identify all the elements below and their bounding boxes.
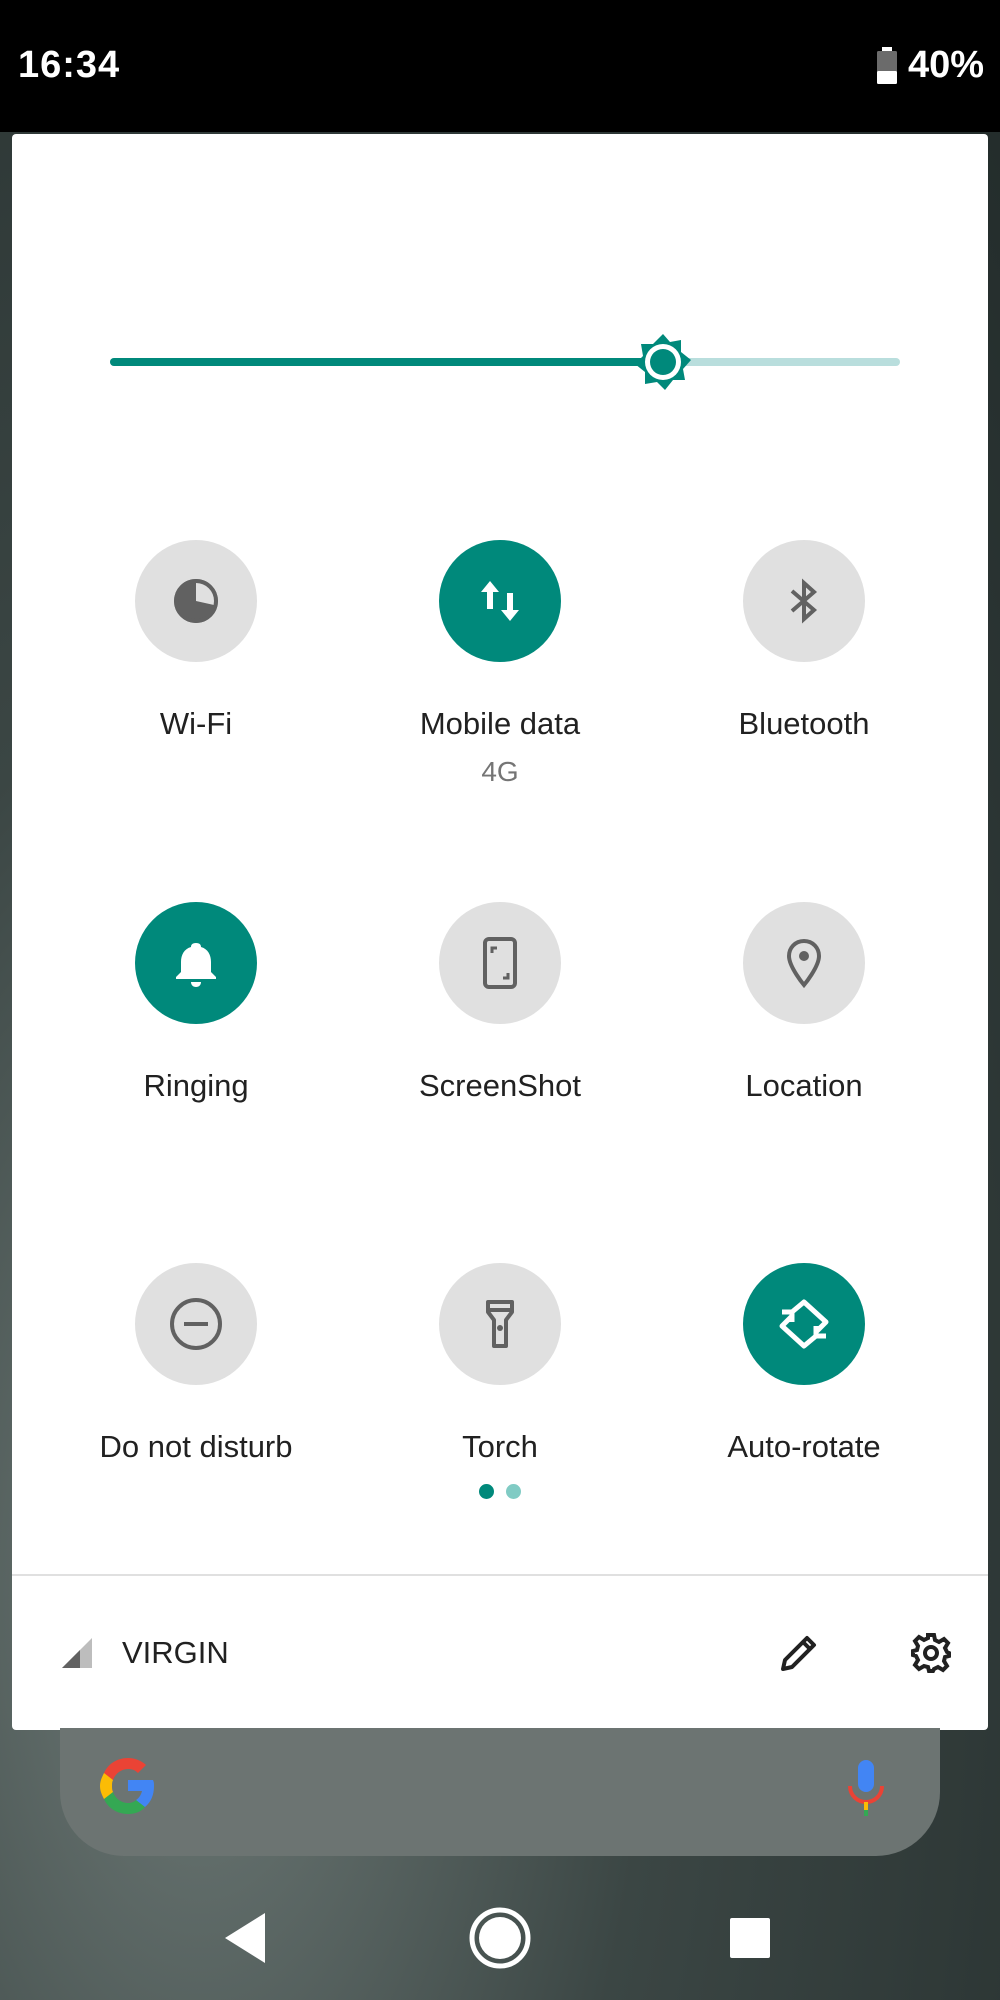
tile-auto-rotate[interactable]: Auto-rotate xyxy=(644,1263,964,1465)
page-dot-active[interactable] xyxy=(479,1484,494,1499)
tile-location-toggle[interactable] xyxy=(743,902,865,1024)
tile-screenshot-toggle[interactable] xyxy=(439,902,561,1024)
tile-location-label: Location xyxy=(745,1068,863,1103)
tile-wifi-toggle[interactable] xyxy=(135,540,257,662)
back-button[interactable] xyxy=(206,1898,286,1978)
tile-ringing-toggle[interactable] xyxy=(135,902,257,1024)
tile-auto-rotate-toggle[interactable] xyxy=(743,1263,865,1385)
page-dot-inactive[interactable] xyxy=(506,1484,521,1499)
tile-mobile-data-toggle[interactable] xyxy=(439,540,561,662)
carrier-info: VIRGIN xyxy=(60,1576,229,1730)
tile-torch-toggle[interactable] xyxy=(439,1263,561,1385)
google-search-bar[interactable] xyxy=(60,1728,940,1856)
navigation-bar xyxy=(0,1880,1000,2000)
tile-bluetooth-toggle[interactable] xyxy=(743,540,865,662)
tile-screenshot[interactable]: ScreenShot xyxy=(340,902,660,1104)
home-button[interactable] xyxy=(460,1898,540,1978)
tile-bluetooth-label: Bluetooth xyxy=(738,706,870,741)
battery-icon xyxy=(876,46,898,85)
recents-button[interactable] xyxy=(710,1898,790,1978)
tile-mobile-data[interactable]: Mobile data 4G xyxy=(340,540,660,788)
quick-settings-footer: VIRGIN xyxy=(12,1576,988,1730)
clock: 16:34 xyxy=(18,44,121,86)
tile-do-not-disturb[interactable]: Do not disturb xyxy=(36,1263,356,1465)
tile-screenshot-label: ScreenShot xyxy=(419,1068,581,1103)
tile-ringing[interactable]: Ringing xyxy=(36,902,356,1104)
back-triangle-icon xyxy=(225,1913,265,1963)
carrier-name: VIRGIN xyxy=(122,1635,229,1670)
brightness-fill xyxy=(110,358,663,366)
auto-rotate-icon xyxy=(779,1299,829,1349)
microphone-icon[interactable] xyxy=(844,1758,888,1823)
gear-icon xyxy=(911,1633,951,1673)
bluetooth-icon xyxy=(790,578,818,624)
tile-torch[interactable]: Torch xyxy=(340,1263,660,1465)
tile-location[interactable]: Location xyxy=(644,902,964,1104)
recents-square-icon xyxy=(730,1918,770,1958)
brightness-slider[interactable] xyxy=(110,334,902,390)
tile-torch-label: Torch xyxy=(462,1429,538,1464)
tile-do-not-disturb-toggle[interactable] xyxy=(135,1263,257,1385)
tile-do-not-disturb-label: Do not disturb xyxy=(99,1429,293,1464)
bell-icon xyxy=(176,943,216,987)
tile-wifi-label: Wi-Fi xyxy=(159,706,233,741)
do-not-disturb-icon xyxy=(170,1298,222,1350)
tile-mobile-data-sublabel: 4G xyxy=(481,756,519,787)
pencil-icon xyxy=(781,1636,816,1671)
tile-bluetooth[interactable]: Bluetooth xyxy=(644,540,964,742)
tile-wifi[interactable]: Wi-Fi xyxy=(36,540,356,742)
tile-auto-rotate-label: Auto-rotate xyxy=(727,1429,881,1464)
quick-settings-panel: Wi-Fi Mobile data 4G Bluetooth Ringing S… xyxy=(12,134,988,1730)
screenshot-icon xyxy=(483,937,517,989)
wifi-off-icon xyxy=(174,579,218,623)
cell-signal-icon xyxy=(62,1638,92,1668)
flashlight-icon xyxy=(486,1300,514,1348)
brightness-thumb-icon[interactable] xyxy=(633,332,693,392)
settings-button[interactable] xyxy=(898,1620,964,1686)
location-pin-icon xyxy=(786,938,822,989)
battery-indicator: 40% xyxy=(876,44,984,87)
tile-mobile-data-label: Mobile data xyxy=(419,706,581,741)
edit-button[interactable] xyxy=(766,1620,832,1686)
status-bar: 16:34 40% xyxy=(0,0,1000,132)
mobile-data-icon xyxy=(481,581,519,621)
page-indicator xyxy=(12,1484,988,1499)
tile-ringing-label: Ringing xyxy=(143,1068,249,1103)
google-logo-icon xyxy=(96,1754,160,1823)
battery-percent: 40% xyxy=(907,44,984,86)
home-circle-icon xyxy=(469,1907,531,1969)
